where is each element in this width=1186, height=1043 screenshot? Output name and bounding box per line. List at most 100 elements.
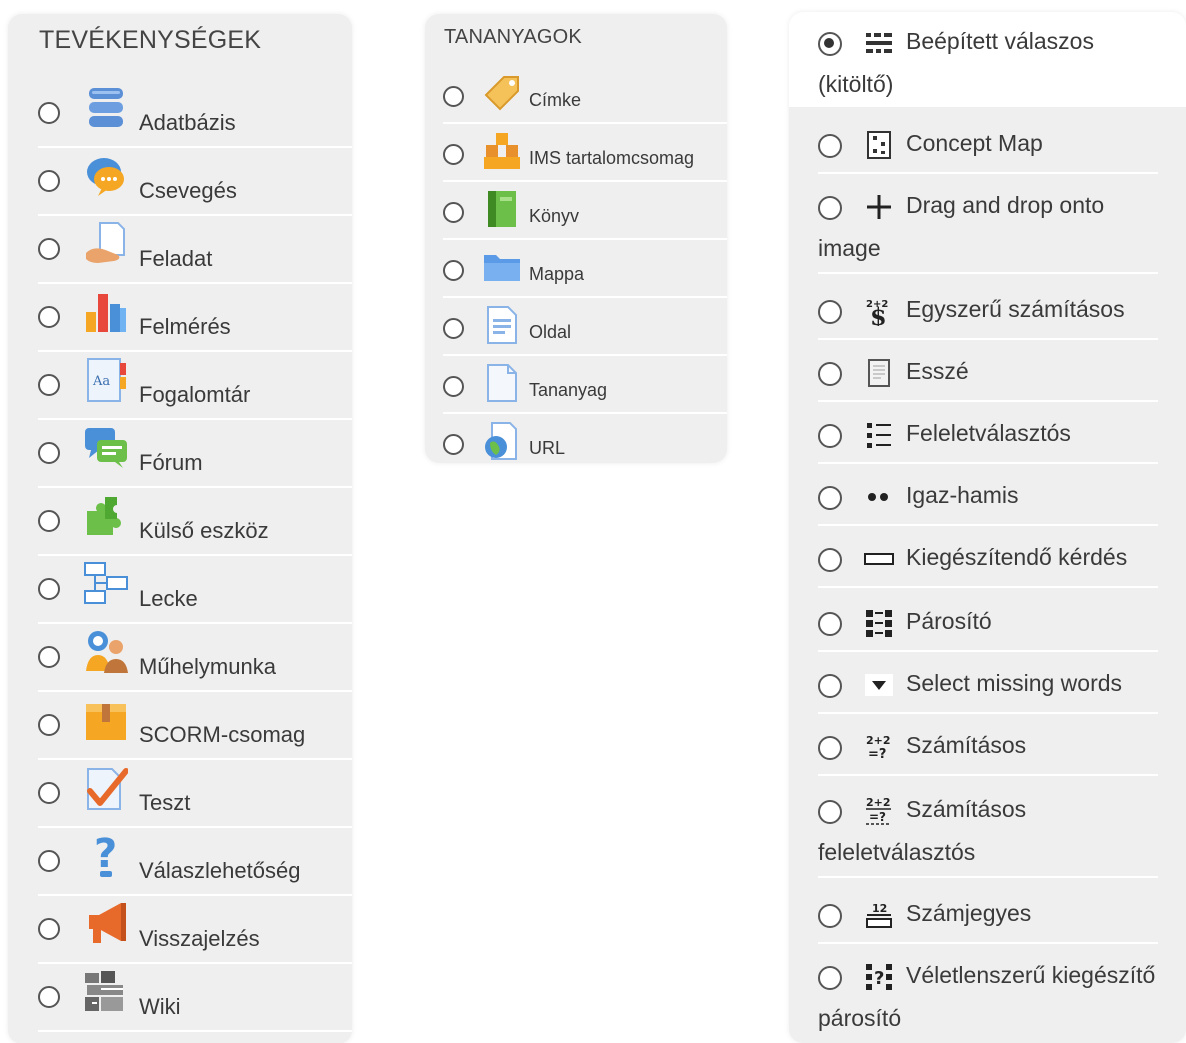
resources-title: TANANYAGOK [444, 26, 582, 48]
lesson-icon [82, 560, 130, 608]
numerical-icon: 12 [862, 898, 896, 932]
radio-button[interactable] [38, 170, 60, 192]
activity-option[interactable]: Teszt [38, 760, 352, 828]
question-type-option[interactable]: Select missing words [818, 656, 1158, 714]
svg-text:Aa: Aa [92, 374, 110, 389]
radio-button[interactable] [818, 486, 842, 510]
radio-button[interactable] [38, 578, 60, 600]
radio-button[interactable] [818, 612, 842, 636]
radio-button[interactable] [443, 86, 464, 107]
wiki-icon [82, 968, 130, 1016]
package-icon [82, 696, 130, 744]
radio-button[interactable] [443, 376, 464, 397]
activity-option[interactable]: Csevegés [38, 148, 352, 216]
dropdown-triangle-icon [862, 668, 896, 702]
question-type-label: Számjegyes [906, 900, 1032, 926]
activity-option[interactable]: SCORM-csomag [38, 692, 352, 760]
radio-button[interactable] [818, 736, 842, 760]
radio-button[interactable] [818, 134, 842, 158]
random-match-icon: ? [862, 960, 896, 994]
resource-label: Könyv [529, 206, 580, 226]
question-type-option[interactable]: ? Véletlenszerű kiegészítő párosító [818, 948, 1158, 1043]
resource-option[interactable]: URL [443, 414, 727, 463]
radio-button[interactable] [38, 510, 60, 532]
radio-button[interactable] [38, 986, 60, 1008]
radio-button[interactable] [818, 800, 842, 824]
radio-button[interactable] [443, 260, 464, 281]
radio-button[interactable] [818, 674, 842, 698]
radio-button[interactable] [818, 300, 842, 324]
question-type-option[interactable]: Párosító [818, 594, 1158, 652]
activity-option[interactable]: Külső eszköz [38, 488, 352, 556]
radio-button[interactable] [38, 782, 60, 804]
question-type-label-continued: image [818, 235, 881, 261]
question-type-option[interactable]: Concept Map [818, 116, 1158, 174]
radio-button[interactable] [38, 918, 60, 940]
radio-button[interactable] [443, 434, 464, 455]
activity-option[interactable]: Műhelymunka [38, 624, 352, 692]
resources-panel: TANANYAGOK Címke IMS tartalomcsomag Könyv M… [425, 14, 727, 463]
question-type-option[interactable]: Igaz-hamis [818, 468, 1158, 526]
radio-button[interactable] [38, 850, 60, 872]
radio-button[interactable] [818, 966, 842, 990]
radio-button[interactable] [38, 442, 60, 464]
matching-icon [862, 606, 896, 640]
activity-option[interactable]: Lecke [38, 556, 352, 624]
assignment-icon [82, 220, 130, 268]
radio-button[interactable] [818, 196, 842, 220]
question-type-option[interactable]: Feleletválasztós [818, 406, 1158, 464]
resource-option[interactable]: IMS tartalomcsomag [443, 124, 727, 182]
activity-option[interactable]: ? Válaszlehetőség [38, 828, 352, 896]
resource-option[interactable]: Tananyag [443, 356, 727, 414]
row-divider [818, 172, 1158, 174]
activity-option[interactable]: Felmérés [38, 284, 352, 352]
resource-option[interactable]: Oldal [443, 298, 727, 356]
activity-option[interactable]: Visszajelzés [38, 896, 352, 964]
radio-button[interactable] [818, 32, 842, 56]
radio-button[interactable] [38, 374, 60, 396]
radio-button[interactable] [38, 646, 60, 668]
activity-option[interactable]: Wiki [38, 964, 352, 1032]
question-types-panel: Beépített válaszos (kitöltő) Concept Map Dr… [789, 12, 1186, 1043]
radio-button[interactable] [38, 714, 60, 736]
activity-option[interactable]: Fórum [38, 420, 352, 488]
row-divider [818, 712, 1158, 714]
radio-button[interactable] [818, 362, 842, 386]
radio-button[interactable] [818, 548, 842, 572]
radio-button[interactable] [443, 318, 464, 339]
question-type-label: Select missing words [906, 670, 1123, 696]
radio-button[interactable] [443, 202, 464, 223]
radio-button[interactable] [38, 238, 60, 260]
concept-map-icon [862, 128, 896, 162]
row-divider [818, 876, 1158, 878]
radio-button[interactable] [818, 904, 842, 928]
resource-option[interactable]: Mappa [443, 240, 727, 298]
question-type-option[interactable]: 2+2 =? Számításos feleletválasztós [818, 782, 1158, 878]
radio-button[interactable] [38, 102, 60, 124]
row-divider [818, 338, 1158, 340]
question-type-option[interactable]: 2+2 =? Számításos [818, 718, 1158, 776]
workshop-icon [82, 628, 130, 676]
question-type-option[interactable]: Drag and drop onto image [818, 178, 1158, 274]
question-type-option[interactable]: 12 Számjegyes [818, 886, 1158, 944]
question-type-option[interactable]: Beépített válaszos (kitöltő) [818, 14, 1158, 107]
resource-option[interactable]: Címke [443, 66, 727, 124]
radio-button[interactable] [443, 144, 464, 165]
activity-option[interactable]: Feladat [38, 216, 352, 284]
resource-option[interactable]: Könyv [443, 182, 727, 240]
question-type-option[interactable]: Kiegészítendő kérdés [818, 530, 1158, 588]
svg-text:2+2: 2+2 [866, 734, 891, 747]
activities-panel: TEVÉKENYSÉGEK Adatbázis Csevegés Feladat Fe… [8, 14, 352, 1043]
question-type-option[interactable]: Esszé [818, 344, 1158, 402]
radio-button[interactable] [38, 306, 60, 328]
database-icon [82, 84, 130, 132]
svg-text:?: ? [94, 833, 117, 877]
activity-option[interactable]: Aa Fogalomtár [38, 352, 352, 420]
activity-label: Külső eszköz [139, 518, 269, 543]
svg-text:=?: =? [869, 810, 886, 824]
quiz-check-icon [82, 764, 130, 812]
radio-button[interactable] [818, 424, 842, 448]
activity-option[interactable]: Adatbázis [38, 80, 352, 148]
page-icon [481, 304, 523, 346]
question-type-option[interactable]: 2+2 $ Egyszerű számításos [818, 282, 1158, 340]
